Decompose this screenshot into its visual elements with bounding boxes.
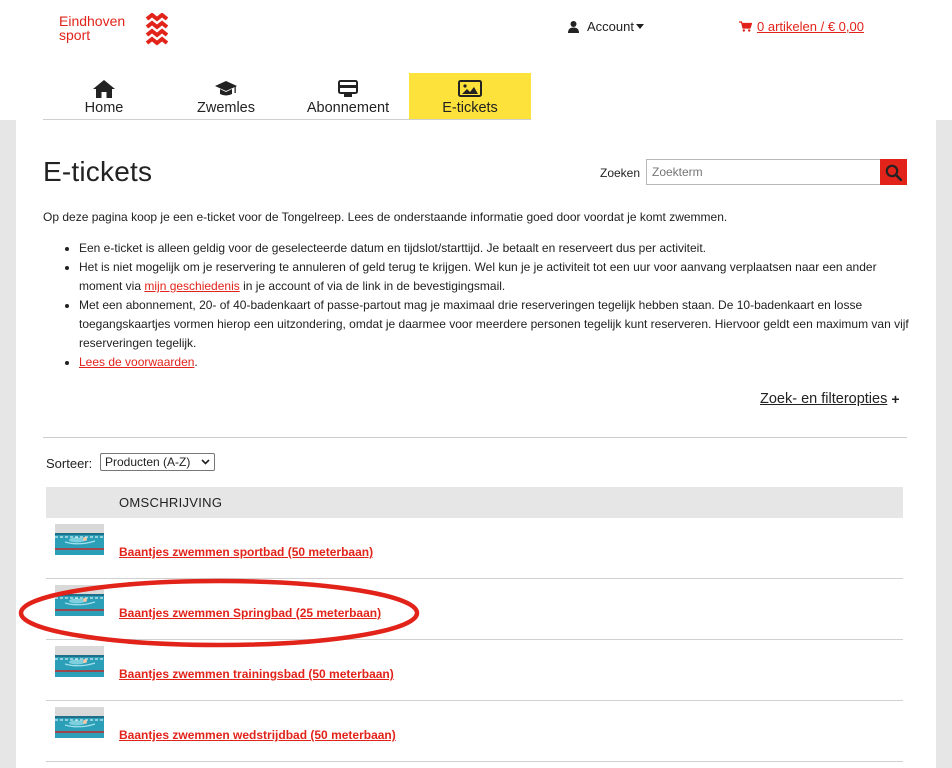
- chevron-down-icon: [201, 459, 210, 465]
- main-nav: Home Zwemles Abonnement E-tickets: [43, 73, 531, 120]
- table-row: Baantjes zwemmen Springbad (25 meterbaan…: [46, 579, 903, 640]
- site-header: Eindhoven sport Account 0 artikelen / € …: [0, 0, 952, 120]
- search-icon: [885, 164, 902, 181]
- eindhoven-sport-logo[interactable]: Eindhoven sport: [59, 13, 169, 49]
- table-row: Baantjes zwemmen wedstrijdbad (50 meterb…: [46, 701, 903, 762]
- nav-item-e-tickets[interactable]: E-tickets: [409, 73, 531, 120]
- list-item: Een e-ticket is alleen geldig voor de ge…: [79, 239, 914, 258]
- image-icon: [458, 80, 482, 97]
- nav-item-home[interactable]: Home: [43, 73, 165, 120]
- page-title: E-tickets: [43, 156, 153, 187]
- graduation-cap-icon: [215, 81, 237, 96]
- main-content: E-tickets Zoeken Op deze pagina koop je …: [16, 120, 936, 768]
- filter-options-label: Zoek- en filteropties: [760, 391, 888, 407]
- cart-link[interactable]: 0 artikelen / € 0,00: [739, 19, 864, 34]
- list-item: Met een abonnement, 20- of 40-badenkaart…: [79, 296, 914, 353]
- card-icon: [338, 80, 358, 97]
- sort-selected-value: Producten (A-Z): [105, 455, 191, 469]
- swimmer-thumbnail[interactable]: [55, 524, 104, 555]
- account-menu[interactable]: Account: [568, 19, 644, 34]
- sort-label: Sorteer:: [46, 456, 93, 471]
- home-icon: [93, 80, 115, 98]
- product-link[interactable]: Baantjes zwemmen sportbad (50 meterbaan): [119, 545, 373, 559]
- table-row: Baantjes zwemmen sportbad (50 meterbaan): [46, 518, 903, 579]
- nav-item-label: E-tickets: [442, 100, 498, 116]
- search-label: Zoeken: [600, 166, 641, 180]
- swimmer-thumbnail[interactable]: [55, 646, 104, 677]
- logo-text-line2: sport: [59, 27, 91, 43]
- nav-item-abonnement[interactable]: Abonnement: [287, 73, 409, 120]
- cart-icon: [739, 21, 752, 32]
- section-divider: [43, 437, 907, 438]
- intro-text: Op deze pagina koop je een e-ticket voor…: [43, 210, 728, 224]
- filter-options-toggle[interactable]: Zoek- en filteropties +: [760, 391, 900, 407]
- history-link[interactable]: mijn geschiedenis: [144, 279, 239, 293]
- logo-wave-icon: [145, 13, 169, 46]
- search-input[interactable]: [646, 159, 881, 185]
- list-item: Het is niet mogelijk om je reservering t…: [79, 258, 914, 296]
- table-header: OMSCHRIJVING: [46, 487, 903, 518]
- caret-down-icon: [635, 24, 644, 29]
- info-list: Een e-ticket is alleen geldig voor de ge…: [79, 239, 914, 372]
- user-icon: [568, 20, 579, 33]
- account-label: Account: [587, 19, 634, 34]
- column-header-omschrijving: OMSCHRIJVING: [119, 495, 223, 510]
- plus-icon: +: [891, 391, 900, 407]
- nav-item-zwemles[interactable]: Zwemles: [165, 73, 287, 120]
- search-button[interactable]: [880, 159, 907, 185]
- swimmer-thumbnail[interactable]: [55, 707, 104, 738]
- nav-item-label: Zwemles: [196, 100, 255, 116]
- swimmer-thumbnail[interactable]: [55, 585, 104, 616]
- logo-text-line1: Eindhoven: [59, 13, 126, 29]
- terms-link[interactable]: Lees de voorwaarden: [79, 355, 194, 369]
- table-row: Baantjes zwemmen trainingsbad (50 meterb…: [46, 640, 903, 701]
- product-link[interactable]: Baantjes zwemmen wedstrijdbad (50 meterb…: [119, 728, 396, 742]
- product-link[interactable]: Baantjes zwemmen Springbad (25 meterbaan…: [119, 606, 381, 620]
- sort-select[interactable]: Producten (A-Z): [100, 453, 215, 471]
- list-item: Lees de voorwaarden.: [79, 353, 914, 372]
- nav-item-label: Abonnement: [306, 100, 390, 116]
- cart-summary-link[interactable]: 0 artikelen / € 0,00: [757, 19, 864, 34]
- nav-item-label: Home: [84, 100, 124, 116]
- product-link[interactable]: Baantjes zwemmen trainingsbad (50 meterb…: [119, 667, 394, 681]
